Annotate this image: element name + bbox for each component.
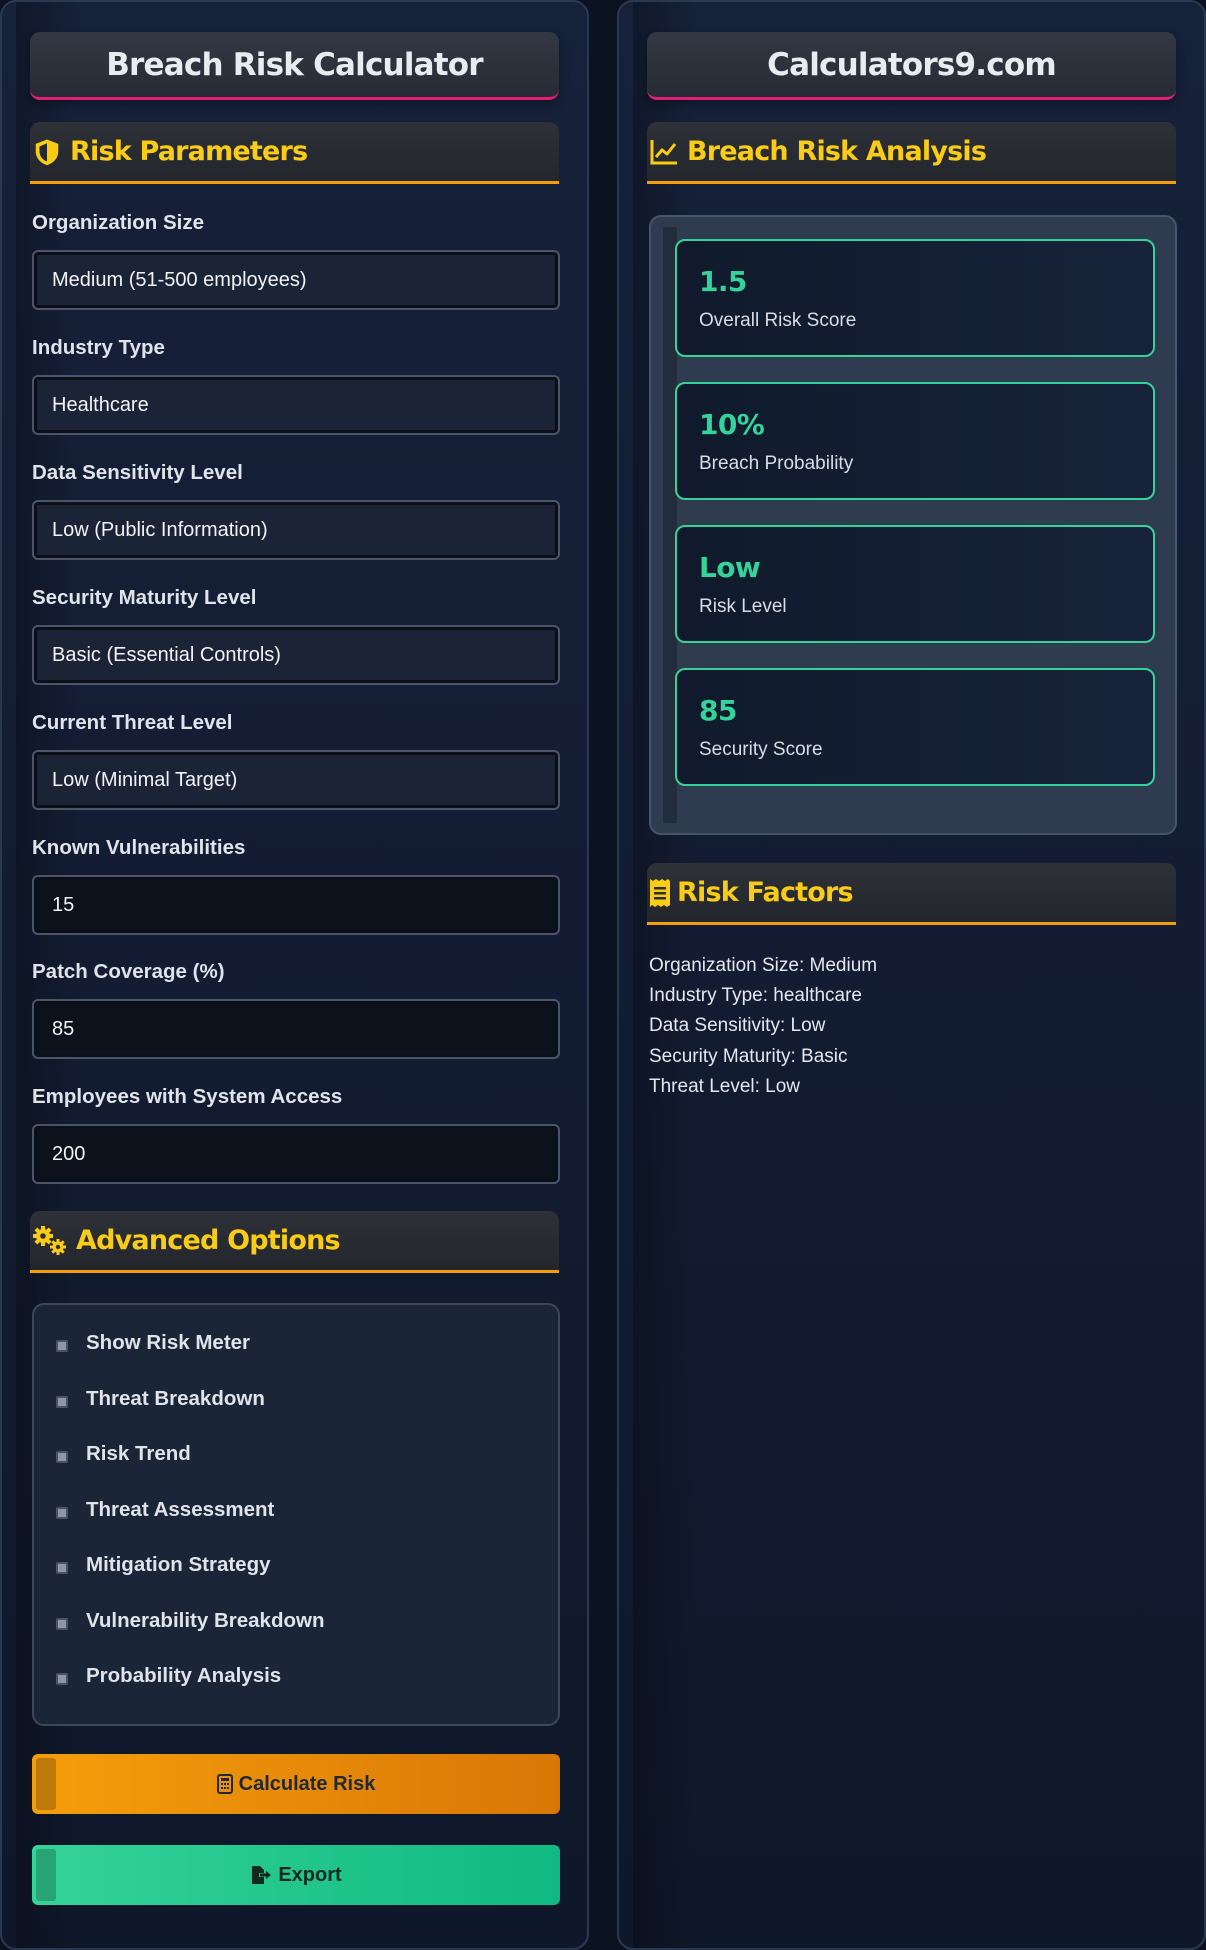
option-probability-analysis[interactable]: Probability Analysis xyxy=(56,1664,281,1688)
threat-level-select[interactable]: Low (Minimal Target) xyxy=(32,750,560,810)
site-title-bar: Calculators9.com xyxy=(647,32,1176,100)
breach-probability-label: Breach Probability xyxy=(699,453,854,474)
employees-access-input[interactable]: 200 xyxy=(32,1124,560,1184)
export-icon xyxy=(250,1865,272,1885)
option-label: Threat Assessment xyxy=(86,1498,275,1521)
breach-probability-card: 10% Breach Probability xyxy=(675,382,1155,500)
checkbox[interactable] xyxy=(56,1451,68,1463)
security-score-value: 85 xyxy=(699,694,737,727)
factor-security-maturity: Security Maturity: Basic xyxy=(649,1046,848,1067)
chart-line-icon xyxy=(647,135,681,169)
risk-level-value: Low xyxy=(699,551,761,584)
option-label: Threat Breakdown xyxy=(86,1387,265,1410)
breach-risk-analysis-heading: Breach Risk Analysis xyxy=(687,136,987,167)
breach-probability-value: 10% xyxy=(699,408,765,441)
calculator-title: Breach Risk Calculator xyxy=(106,46,483,83)
risk-parameters-heading: Risk Parameters xyxy=(70,136,308,167)
gears-icon xyxy=(30,1224,70,1258)
risk-level-label: Risk Level xyxy=(699,596,787,617)
option-mitigation-strategy[interactable]: Mitigation Strategy xyxy=(56,1553,271,1577)
checkbox[interactable] xyxy=(56,1673,68,1685)
checkbox[interactable] xyxy=(56,1618,68,1630)
organization-size-label: Organization Size xyxy=(32,211,204,234)
employees-access-label: Employees with System Access xyxy=(32,1085,343,1108)
risk-parameters-header: Risk Parameters xyxy=(30,122,559,184)
factor-industry-type: Industry Type: healthcare xyxy=(649,985,862,1006)
risk-level-card: Low Risk Level xyxy=(675,525,1155,643)
known-vulnerabilities-label: Known Vulnerabilities xyxy=(32,836,246,859)
export-label: Export xyxy=(278,1863,342,1886)
results-container: 1.5 Overall Risk Score 10% Breach Probab… xyxy=(649,215,1177,835)
shield-icon xyxy=(30,135,64,169)
organization-size-select[interactable]: Medium (51-500 employees) xyxy=(32,250,560,310)
advanced-options-list: Show Risk Meter Threat Breakdown Risk Tr… xyxy=(32,1303,560,1726)
results-panel: Calculators9.com Breach Risk Analysis 1.… xyxy=(617,0,1206,1950)
overall-risk-score-label: Overall Risk Score xyxy=(699,310,857,331)
calculate-risk-button[interactable]: Calculate Risk xyxy=(32,1754,560,1814)
factor-threat-level: Threat Level: Low xyxy=(649,1076,801,1097)
calculator-panel: Breach Risk Calculator Risk Parameters O… xyxy=(0,0,589,1950)
breach-risk-analysis-header: Breach Risk Analysis xyxy=(647,122,1176,184)
checkbox[interactable] xyxy=(56,1340,68,1352)
advanced-options-heading: Advanced Options xyxy=(76,1225,341,1256)
security-score-card: 85 Security Score xyxy=(675,668,1155,786)
risk-factors-heading: Risk Factors xyxy=(677,877,854,908)
calculate-risk-label: Calculate Risk xyxy=(238,1772,376,1795)
checkbox[interactable] xyxy=(56,1396,68,1408)
option-label: Vulnerability Breakdown xyxy=(86,1609,325,1632)
overall-risk-score-value: 1.5 xyxy=(699,265,747,298)
site-title: Calculators9.com xyxy=(767,46,1056,83)
security-score-label: Security Score xyxy=(699,739,823,760)
data-sensitivity-label: Data Sensitivity Level xyxy=(32,461,243,484)
factor-data-sensitivity: Data Sensitivity: Low xyxy=(649,1015,826,1036)
option-threat-breakdown[interactable]: Threat Breakdown xyxy=(56,1387,265,1411)
known-vulnerabilities-input[interactable]: 15 xyxy=(32,875,560,935)
risk-factors-header: Risk Factors xyxy=(647,863,1176,925)
industry-type-select[interactable]: Healthcare xyxy=(32,375,560,435)
option-label: Show Risk Meter xyxy=(86,1331,251,1354)
overall-risk-score-card: 1.5 Overall Risk Score xyxy=(675,239,1155,357)
checkbox[interactable] xyxy=(56,1562,68,1574)
advanced-options-header: Advanced Options xyxy=(30,1211,559,1273)
factor-organization-size: Organization Size: Medium xyxy=(649,955,878,976)
receipt-icon xyxy=(647,876,673,910)
checkbox[interactable] xyxy=(56,1507,68,1519)
security-maturity-select[interactable]: Basic (Essential Controls) xyxy=(32,625,560,685)
calculator-title-bar: Breach Risk Calculator xyxy=(30,32,559,100)
patch-coverage-input[interactable]: 85 xyxy=(32,999,560,1059)
option-threat-assessment[interactable]: Threat Assessment xyxy=(56,1498,274,1522)
export-button[interactable]: Export xyxy=(32,1845,560,1905)
option-label: Risk Trend xyxy=(86,1442,191,1465)
option-show-risk-meter[interactable]: Show Risk Meter xyxy=(56,1331,250,1355)
industry-type-label: Industry Type xyxy=(32,336,165,359)
option-label: Mitigation Strategy xyxy=(86,1553,271,1576)
option-label: Probability Analysis xyxy=(86,1664,282,1687)
option-vulnerability-breakdown[interactable]: Vulnerability Breakdown xyxy=(56,1609,324,1633)
patch-coverage-label: Patch Coverage (%) xyxy=(32,960,225,983)
calculator-icon xyxy=(216,1774,233,1794)
security-maturity-label: Security Maturity Level xyxy=(32,586,257,609)
data-sensitivity-select[interactable]: Low (Public Information) xyxy=(32,500,560,560)
option-risk-trend[interactable]: Risk Trend xyxy=(56,1442,191,1466)
threat-level-label: Current Threat Level xyxy=(32,711,233,734)
